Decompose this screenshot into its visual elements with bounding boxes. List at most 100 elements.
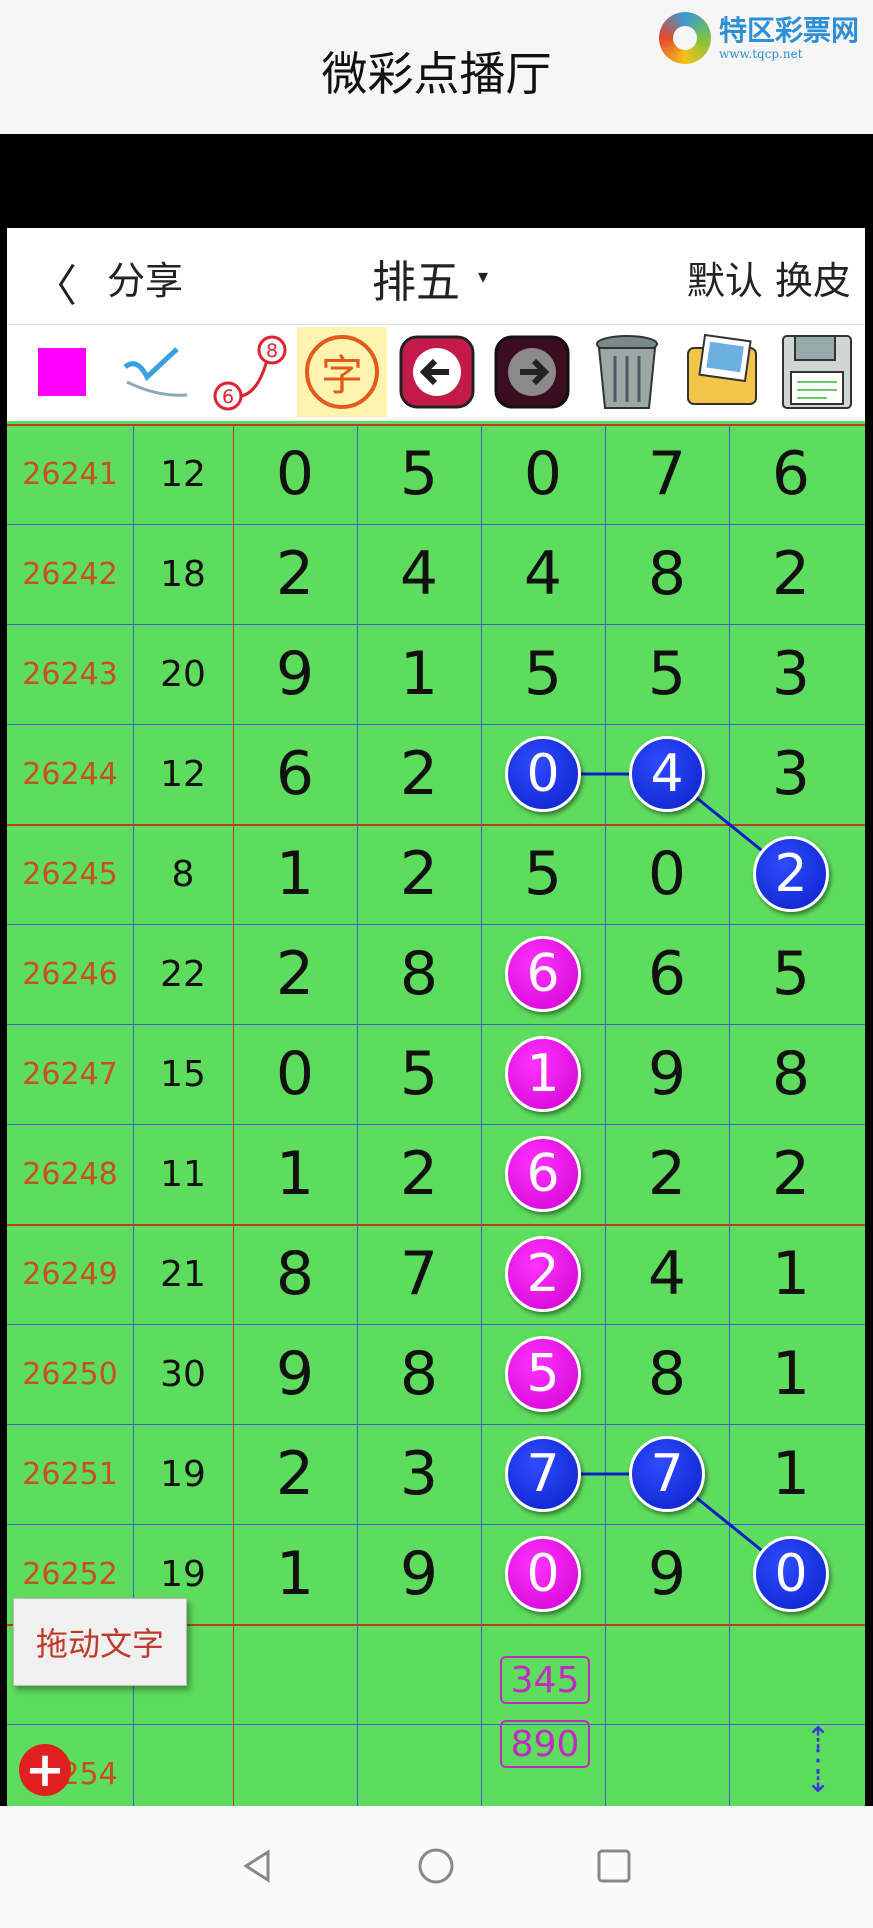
digit-cell[interactable]: 8 — [357, 924, 481, 1024]
digit-cell[interactable]: 0 — [481, 1524, 605, 1624]
digit-cell[interactable]: 9 — [233, 624, 357, 724]
digit-cell[interactable]: 3 — [729, 624, 853, 724]
back-button[interactable]: 〈 — [33, 250, 77, 314]
digit-cell[interactable]: 6 — [481, 1124, 605, 1224]
digit-cell[interactable]: 1 — [233, 1524, 357, 1624]
nav-home-icon[interactable] — [416, 1846, 456, 1886]
digit-cell[interactable]: 1 — [729, 1224, 853, 1324]
digit-cell[interactable]: 5 — [357, 1024, 481, 1124]
blue-ball-marker[interactable]: 0 — [753, 1536, 829, 1612]
arrow-left-icon[interactable] — [392, 327, 482, 417]
digit-cell[interactable]: 2 — [357, 824, 481, 924]
magenta-square-icon[interactable] — [17, 327, 107, 417]
digit-cell[interactable]: 4 — [605, 1224, 729, 1324]
digit-cell[interactable]: 2 — [233, 924, 357, 1024]
pink-ball-marker[interactable]: 5 — [505, 1336, 581, 1412]
digit-cell[interactable]: 5 — [729, 924, 853, 1024]
prediction-box[interactable]: 345 — [500, 1656, 590, 1704]
number-link-icon[interactable]: 8 6 — [207, 327, 297, 417]
digit-cell[interactable]: 5 — [481, 824, 605, 924]
digit-cell[interactable]: 3 — [729, 724, 853, 824]
digit-cell[interactable]: 6 — [481, 924, 605, 1024]
arrow-right-icon[interactable] — [487, 327, 577, 417]
blue-ball-marker[interactable]: 4 — [629, 736, 705, 812]
digit-cell[interactable]: 1 — [481, 1024, 605, 1124]
expand-vertical-icon[interactable]: ⇡ ⋮ ⇣ — [803, 1724, 833, 1798]
char-text-icon[interactable]: 字 — [297, 327, 387, 417]
digit-cell[interactable]: 0 — [481, 424, 605, 524]
blue-ball-marker[interactable]: 7 — [505, 1436, 581, 1512]
digit-cell[interactable] — [357, 1724, 481, 1806]
digit-cell[interactable]: 2 — [357, 1124, 481, 1224]
digit-cell[interactable]: 5 — [357, 424, 481, 524]
digit-cell[interactable]: 2 — [481, 1224, 605, 1324]
blue-ball-marker[interactable]: 7 — [629, 1436, 705, 1512]
digit-cell[interactable] — [357, 1624, 481, 1724]
digit-cell[interactable]: 8 — [605, 1324, 729, 1424]
digit-cell[interactable]: 4 — [605, 724, 729, 824]
share-button[interactable]: 分享 — [107, 250, 183, 305]
digit-cell[interactable]: 7 — [357, 1224, 481, 1324]
digit-cell[interactable] — [233, 1624, 357, 1724]
prediction-box[interactable]: 890 — [500, 1720, 590, 1768]
digit-cell[interactable]: 2 — [233, 524, 357, 624]
pink-ball-marker[interactable]: 6 — [505, 1136, 581, 1212]
digit-cell[interactable]: 1 — [729, 1424, 853, 1524]
digit-cell[interactable]: 2 — [605, 1124, 729, 1224]
digit-cell[interactable]: 1 — [233, 1124, 357, 1224]
default-button[interactable]: 默认 — [687, 259, 763, 303]
digit-cell[interactable]: 8 — [233, 1224, 357, 1324]
blue-ball-marker[interactable]: 0 — [505, 736, 581, 812]
photo-gallery-icon[interactable] — [677, 327, 767, 417]
digit-cell[interactable]: 3 — [357, 1424, 481, 1524]
digit-cell[interactable] — [729, 1624, 853, 1724]
nav-recent-icon[interactable] — [594, 1846, 634, 1886]
digit-cell[interactable]: 4 — [481, 524, 605, 624]
digit-cell[interactable] — [729, 1724, 853, 1806]
digit-cell[interactable]: 2 — [729, 524, 853, 624]
pink-ball-marker[interactable]: 6 — [505, 936, 581, 1012]
digit-cell[interactable]: 0 — [605, 824, 729, 924]
digit-cell[interactable]: 8 — [605, 524, 729, 624]
digit-cell[interactable]: 0 — [729, 1524, 853, 1624]
digit-cell[interactable]: 4 — [357, 524, 481, 624]
trash-bin-icon[interactable] — [582, 327, 672, 417]
digit-cell[interactable]: 7 — [481, 1424, 605, 1524]
digit-cell[interactable]: 8 — [729, 1024, 853, 1124]
blue-ball-marker[interactable]: 2 — [753, 836, 829, 912]
digit-cell[interactable]: 5 — [481, 1324, 605, 1424]
digit-cell[interactable]: 7 — [605, 1424, 729, 1524]
digit-cell[interactable]: 2 — [729, 1124, 853, 1224]
digit-cell[interactable] — [233, 1724, 357, 1806]
digit-cell[interactable]: 0 — [233, 424, 357, 524]
pink-ball-marker[interactable]: 0 — [505, 1536, 581, 1612]
digit-cell[interactable] — [605, 1624, 729, 1724]
digit-cell[interactable]: 9 — [605, 1024, 729, 1124]
add-icon[interactable]: + — [19, 1744, 71, 1796]
lottery-selector[interactable]: 排五 — [372, 246, 460, 310]
digit-cell[interactable]: 2 — [357, 724, 481, 824]
digit-cell[interactable]: 9 — [605, 1524, 729, 1624]
digit-cell[interactable]: 0 — [481, 724, 605, 824]
digit-cell[interactable]: 8 — [357, 1324, 481, 1424]
digit-cell[interactable] — [605, 1724, 729, 1806]
digit-cell[interactable]: 2 — [233, 1424, 357, 1524]
digit-cell[interactable]: 7 — [605, 424, 729, 524]
digit-cell[interactable]: 1 — [729, 1324, 853, 1424]
digit-cell[interactable]: 6 — [605, 924, 729, 1024]
drag-text-button[interactable]: 拖动文字 — [13, 1598, 187, 1686]
digit-cell[interactable]: 6 — [729, 424, 853, 524]
digit-cell[interactable]: 1 — [357, 624, 481, 724]
pen-check-icon[interactable] — [112, 327, 202, 417]
skin-button[interactable]: 换皮 — [775, 259, 851, 303]
pink-ball-marker[interactable]: 2 — [505, 1236, 581, 1312]
digit-cell[interactable]: 6 — [233, 724, 357, 824]
digit-cell[interactable]: 5 — [605, 624, 729, 724]
digit-cell[interactable]: 9 — [233, 1324, 357, 1424]
chevron-down-icon[interactable]: ▾ — [478, 264, 488, 288]
digit-cell[interactable]: 1 — [233, 824, 357, 924]
digit-cell[interactable]: 0 — [233, 1024, 357, 1124]
pink-ball-marker[interactable]: 1 — [505, 1036, 581, 1112]
nav-back-icon[interactable] — [238, 1846, 278, 1886]
floppy-save-icon[interactable] — [772, 327, 862, 417]
